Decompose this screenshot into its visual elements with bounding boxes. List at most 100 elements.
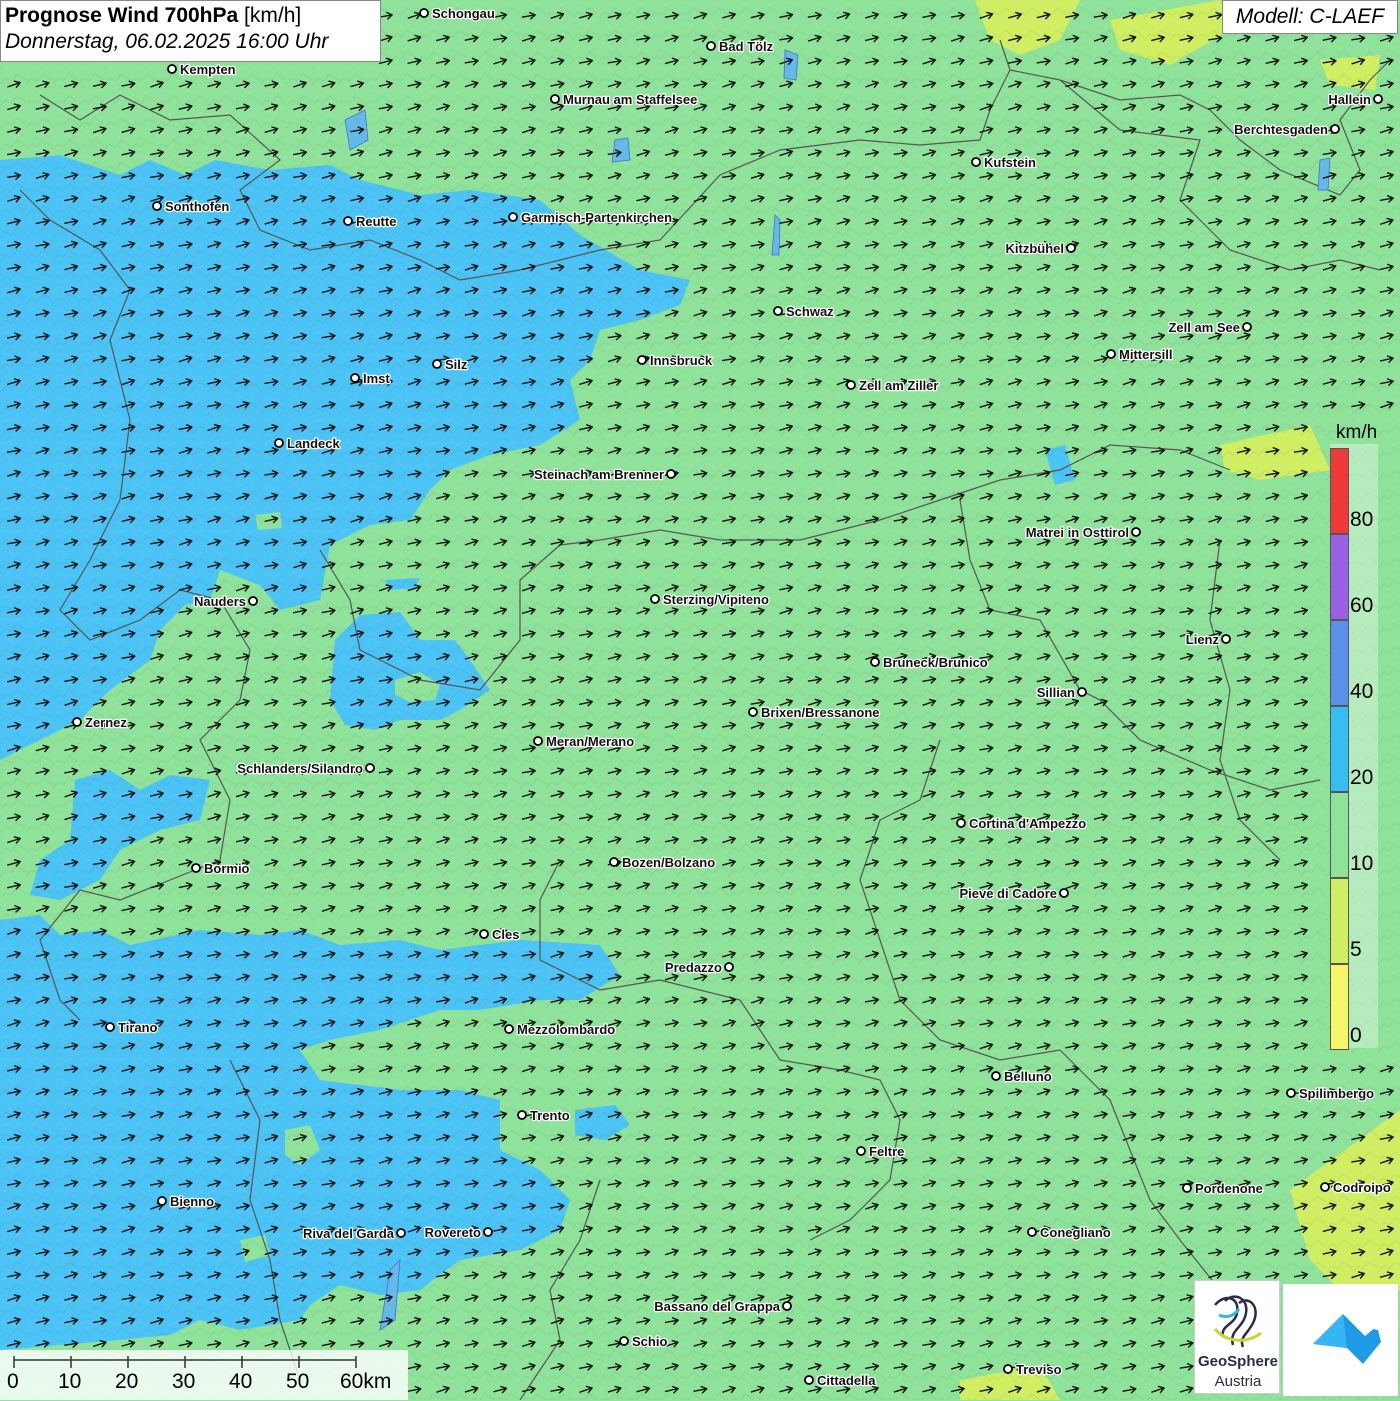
title-box: Prognose Wind 700hPa [km/h] Donnerstag, …: [0, 0, 381, 62]
scale-label: 10: [58, 1370, 82, 1393]
city-label: Codroipo: [1333, 1180, 1391, 1195]
city-marker-icon: [956, 818, 966, 828]
city-label: Kufstein: [984, 155, 1036, 170]
city-label: Meran/Merano: [546, 734, 634, 749]
city-marker-icon: [343, 216, 353, 226]
city-label: Cortina d'Ampezzo: [969, 816, 1086, 831]
city-marker-icon: [1106, 349, 1116, 359]
city-label: Innsbruck: [650, 353, 713, 368]
legend-label: 40: [1350, 680, 1374, 703]
city-label: Kempten: [180, 62, 236, 77]
city-marker-icon: [157, 1196, 167, 1206]
logo-line1: GeoSphere: [1197, 1353, 1279, 1370]
city-label: Bormio: [204, 861, 250, 876]
city-marker-icon: [432, 359, 442, 369]
city-marker-icon: [1373, 94, 1383, 104]
scale-label: 40: [229, 1370, 253, 1393]
city-marker-icon: [1242, 322, 1252, 332]
legend-bin-60: [1330, 534, 1349, 620]
city-label: Cittadella: [817, 1373, 876, 1388]
city-marker-icon: [483, 1227, 493, 1237]
city-marker-icon: [650, 594, 660, 604]
scale-label: 20: [115, 1370, 139, 1393]
city-marker-icon: [619, 1336, 629, 1346]
city-marker-icon: [191, 863, 201, 873]
city-marker-icon: [773, 306, 783, 316]
title-main: Prognose Wind 700hPa: [5, 4, 239, 27]
city-label: Kitzbühel: [1006, 241, 1065, 256]
title-unit: [km/h]: [238, 4, 302, 27]
city-label: Rovereto: [425, 1225, 481, 1240]
legend-label: 5: [1350, 938, 1362, 961]
city-marker-icon: [350, 373, 360, 383]
city-label: Bozen/Bolzano: [622, 855, 715, 870]
city-label: Mezzolombardo: [517, 1022, 615, 1037]
city-label: Reutte: [356, 214, 396, 229]
city-label: Zell am See: [1168, 320, 1240, 335]
legend-label: 80: [1350, 508, 1374, 531]
city-marker-icon: [365, 763, 375, 773]
scale-label: 0: [7, 1370, 19, 1393]
scale-label: 30: [172, 1370, 196, 1393]
city-marker-icon: [637, 355, 647, 365]
city-label: Schongau: [432, 6, 495, 21]
legend-bin-80: [1330, 448, 1349, 534]
legend-label: 60: [1350, 594, 1374, 617]
city-label: Schio: [632, 1334, 667, 1349]
city-marker-icon: [1286, 1088, 1296, 1098]
city-label: Trento: [530, 1108, 570, 1123]
city-label: Schwaz: [786, 304, 834, 319]
city-label: Tirano: [118, 1020, 158, 1035]
city-marker-icon: [609, 857, 619, 867]
legend-bin-20: [1330, 706, 1349, 792]
map-title: Prognose Wind 700hPa [km/h]: [5, 4, 376, 28]
city-label: Bruneck/Brunico: [883, 655, 988, 670]
city-marker-icon: [533, 736, 543, 746]
city-marker-icon: [504, 1024, 514, 1034]
city-label: Silz: [445, 357, 468, 372]
city-marker-icon: [1182, 1183, 1192, 1193]
mountain-cloud-icon: [1313, 1314, 1381, 1364]
geosphere-logo[interactable]: GeoSphere Austria: [1194, 1280, 1280, 1394]
city-marker-icon: [105, 1022, 115, 1032]
city-label: Belluno: [1004, 1069, 1052, 1084]
geosphere-swirl-icon: [1213, 1295, 1262, 1348]
city-label: Schlanders/Silandro: [237, 761, 363, 776]
scale-label: 60km: [340, 1370, 392, 1393]
city-label: Berchtesgaden: [1234, 122, 1328, 137]
city-label: Treviso: [1016, 1362, 1062, 1377]
city-marker-icon: [1059, 888, 1069, 898]
city-label: Riva del Garda: [303, 1226, 395, 1241]
city-marker-icon: [479, 929, 489, 939]
city-marker-icon: [706, 41, 716, 51]
city-label: Feltre: [869, 1144, 904, 1159]
city-marker-icon: [508, 212, 518, 222]
city-label: Matrei in Osttirol: [1026, 525, 1129, 540]
city-label: Cles: [492, 927, 519, 942]
city-marker-icon: [991, 1071, 1001, 1081]
city-label: Bad Tölz: [719, 39, 774, 54]
city-marker-icon: [1221, 634, 1231, 644]
city-label: Murnau am Staffelsee: [563, 92, 697, 107]
city-label: Conegliano: [1040, 1225, 1111, 1240]
city-marker-icon: [1131, 527, 1141, 537]
color-legend: km/h 80 60 40 20 10 5 0: [1322, 420, 1386, 1052]
city-marker-icon: [666, 469, 676, 479]
legend-bin-0: [1330, 964, 1349, 1050]
city-marker-icon: [396, 1228, 406, 1238]
city-label: Mittersill: [1119, 347, 1172, 362]
city-label: Spilimbergo: [1299, 1086, 1374, 1101]
city-marker-icon: [1330, 124, 1340, 134]
city-label: Predazzo: [665, 960, 722, 975]
model-label: Modell: C-LAEF: [1222, 0, 1398, 34]
city-marker-icon: [248, 596, 258, 606]
city-label: Zell am Ziller: [859, 378, 938, 393]
city-label: Landeck: [287, 436, 341, 451]
legend-label: 0: [1350, 1024, 1362, 1047]
legend-label: 10: [1350, 852, 1374, 875]
city-marker-icon: [782, 1301, 792, 1311]
city-label: Bienno: [170, 1194, 214, 1209]
legend-bin-40: [1330, 620, 1349, 706]
app-logo[interactable]: [1283, 1284, 1398, 1396]
wind-map[interactable]: Schongau Bad Tölz Kempten Murnau am Staffel…: [0, 0, 1400, 1400]
